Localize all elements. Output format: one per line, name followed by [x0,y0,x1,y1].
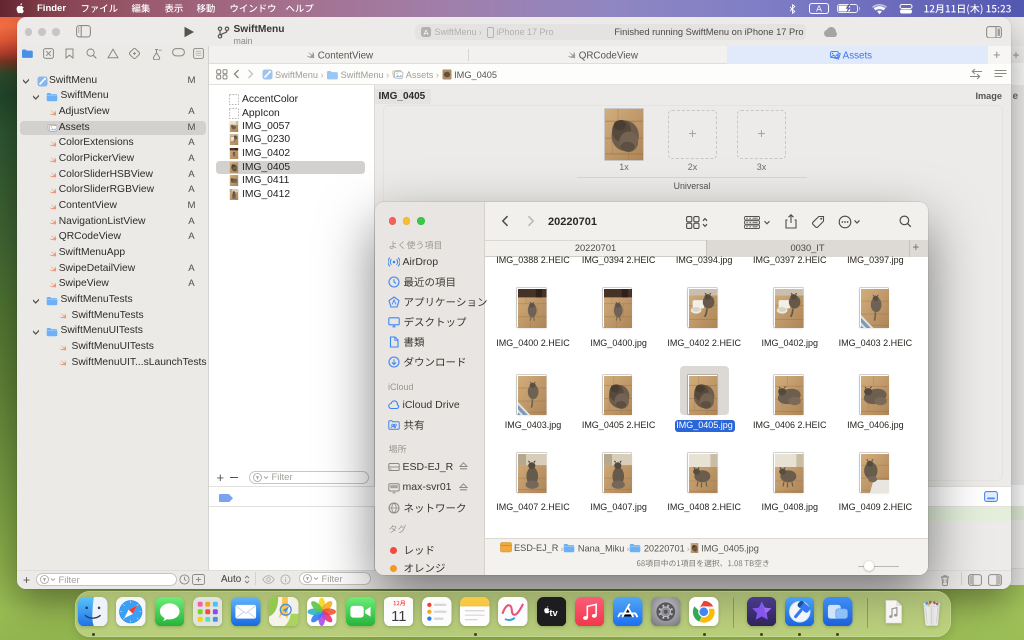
svg-text:tv: tv [549,607,558,617]
svg-text:11: 11 [391,609,406,625]
svg-text:A: A [816,4,822,14]
